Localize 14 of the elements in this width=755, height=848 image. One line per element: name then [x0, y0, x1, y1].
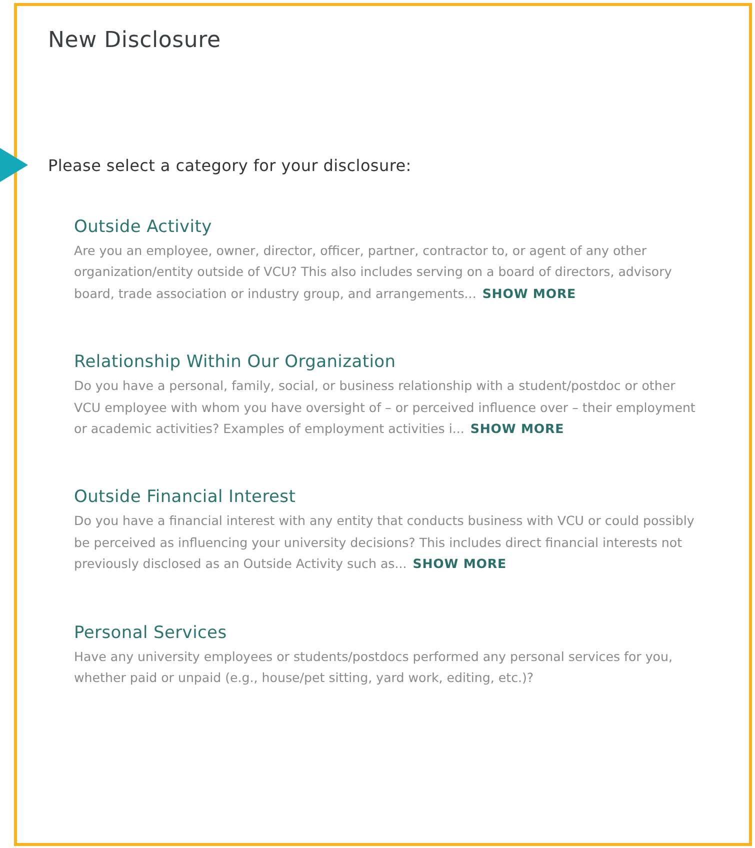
category-prompt: Please select a category for your disclosure: [48, 156, 412, 175]
category-description: Do you have a personal, family, social, or business relationship with a student/postdoc or other VCU employee with whom you have oversight of – or perceived influence over – their employment or academic activities? Examples of employment activities i... SHOW MORE [74, 377, 696, 438]
category-description: Do you have a financial interest with any entity that conducts business with VCU or could possibly be perceived as influencing your university decisions? This includes direct financial interests not previously disclosed as an Outside Activity such as... SHOW MORE [74, 512, 696, 574]
category-title[interactable]: Outside Financial Interest [74, 487, 296, 508]
category-description: Have any university employees or students/postdocs performed any personal services for you, whether paid or unpaid (e.g., house/pet sitting, yard work, editing, etc.)? [74, 648, 674, 688]
show-more-link[interactable]: SHOW MORE [482, 286, 576, 301]
show-more-link[interactable]: SHOW MORE [470, 421, 564, 436]
category-title[interactable]: Outside Activity [74, 217, 212, 237]
category-description: Are you an employee, owner, director, officer, partner, contractor to, or agent of any other organization/entity outside of VCU? This also includes serving on a board of directors, advisory board, trade association or industry group, and arrangements... SHOW MORE [74, 242, 673, 303]
pointer-icon [0, 148, 28, 182]
category-title[interactable]: Relationship Within Our Organization [74, 352, 396, 372]
category-title[interactable]: Personal Services [74, 622, 227, 643]
show-more-link[interactable]: SHOW MORE [412, 556, 506, 572]
page-title: New Disclosure [48, 28, 221, 53]
